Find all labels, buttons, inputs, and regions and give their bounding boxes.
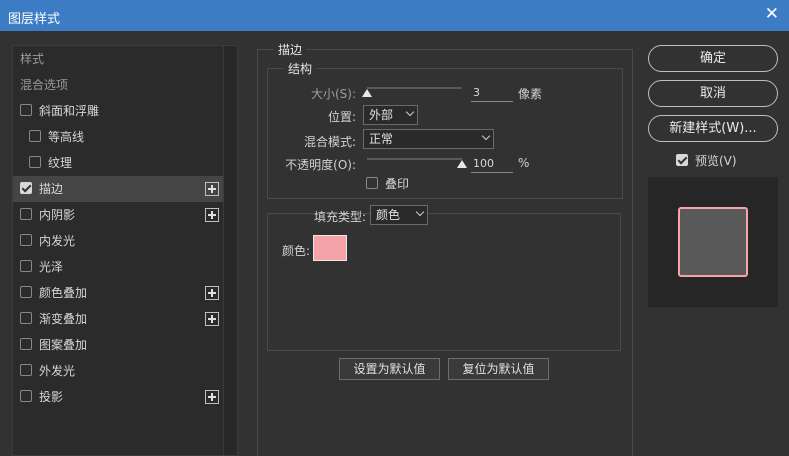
color-label: 颜色:	[281, 244, 310, 258]
sidebar-item-checkbox[interactable]	[20, 208, 32, 220]
sidebar-item-label: 投影	[39, 390, 64, 404]
structure-group-title: 结构	[284, 60, 317, 77]
sidebar-item-label: 样式	[20, 52, 45, 66]
chevron-down-icon	[415, 207, 425, 217]
fill-type-value: 颜色	[376, 208, 401, 222]
sidebar-item[interactable]: 投影	[13, 384, 223, 410]
sidebar-item-label: 描边	[39, 182, 64, 196]
blend-mode-select[interactable]: 正常	[363, 129, 494, 149]
opacity-input[interactable]: 100	[471, 155, 513, 173]
style-list: 样式混合选项斜面和浮雕等高线纹理描边内阴影内发光光泽颜色叠加渐变叠加图案叠加外发…	[13, 46, 223, 410]
sidebar-item-checkbox[interactable]	[20, 338, 32, 350]
fill-group	[267, 213, 621, 351]
size-slider[interactable]	[367, 87, 462, 89]
sidebar-item[interactable]: 混合选项	[13, 72, 223, 98]
sidebar-item-checkbox[interactable]	[29, 130, 41, 142]
opacity-slider[interactable]	[367, 158, 462, 160]
add-effect-plus-icon[interactable]	[205, 208, 219, 222]
chevron-down-icon	[405, 107, 415, 117]
sidebar-item[interactable]: 外发光	[13, 358, 223, 384]
style-list-panel: 样式混合选项斜面和浮雕等高线纹理描边内阴影内发光光泽颜色叠加渐变叠加图案叠加外发…	[12, 45, 238, 456]
sidebar-item[interactable]: 斜面和浮雕	[13, 98, 223, 124]
position-value: 外部	[369, 108, 394, 122]
sidebar-item-label: 图案叠加	[39, 338, 88, 352]
sidebar-item-label: 混合选项	[20, 78, 69, 92]
size-unit: 像素	[518, 87, 543, 101]
set-default-button[interactable]: 设置为默认值	[339, 358, 440, 380]
sidebar-item-label: 外发光	[39, 364, 76, 378]
add-effect-plus-icon[interactable]	[205, 390, 219, 404]
add-effect-plus-icon[interactable]	[205, 312, 219, 326]
sidebar-item-checkbox[interactable]	[20, 182, 32, 194]
sidebar-item-label: 光泽	[39, 260, 64, 274]
sidebar-item-label: 渐变叠加	[39, 312, 88, 326]
new-style-button[interactable]: 新建样式(W)...	[648, 115, 778, 142]
sidebar-item-label: 斜面和浮雕	[39, 104, 100, 118]
cancel-button[interactable]: 取消	[648, 80, 778, 107]
sidebar-item-label: 纹理	[48, 156, 73, 170]
overprint-check[interactable]	[366, 177, 378, 189]
position-select[interactable]: 外部	[363, 105, 418, 125]
add-effect-plus-icon[interactable]	[205, 286, 219, 300]
sidebar-item-checkbox[interactable]	[20, 390, 32, 402]
sidebar-item[interactable]: 纹理	[13, 150, 223, 176]
sidebar-item-checkbox[interactable]	[20, 286, 32, 298]
size-slider-thumb[interactable]	[362, 89, 372, 97]
overprint-label: 叠印	[385, 177, 410, 191]
opacity-label: 不透明度(O):	[285, 158, 356, 172]
sidebar-item[interactable]: 样式	[13, 46, 223, 72]
sidebar-item[interactable]: 颜色叠加	[13, 280, 223, 306]
window-title: 图层样式	[8, 12, 61, 27]
sidebar-item[interactable]: 图案叠加	[13, 332, 223, 358]
preview-label: 预览(V)	[695, 154, 737, 168]
overprint-checkbox[interactable]: 叠印	[366, 175, 409, 192]
sidebar-item[interactable]: 描边	[13, 176, 223, 202]
color-swatch[interactable]	[313, 235, 347, 261]
blend-mode-label: 混合模式:	[303, 135, 356, 149]
sidebar-item-checkbox[interactable]	[20, 234, 32, 246]
sidebar-item-label: 内发光	[39, 234, 76, 248]
style-preview	[648, 177, 778, 307]
sidebar-item[interactable]: 内阴影	[13, 202, 223, 228]
opacity-unit: %	[518, 156, 530, 170]
close-icon[interactable]: ✕	[765, 4, 779, 24]
position-label: 位置:	[327, 110, 356, 124]
sidebar-item-checkbox[interactable]	[20, 104, 32, 116]
sidebar-item[interactable]: 内发光	[13, 228, 223, 254]
sidebar-item-label: 内阴影	[39, 208, 76, 222]
add-effect-plus-icon[interactable]	[205, 182, 219, 196]
sidebar-item-checkbox[interactable]	[20, 312, 32, 324]
fill-type-select[interactable]: 颜色	[370, 205, 428, 225]
size-input[interactable]: 3	[471, 84, 513, 102]
chevron-down-icon	[481, 131, 491, 141]
preview-swatch	[678, 207, 748, 277]
title-bar: 图层样式 ✕	[0, 0, 789, 31]
size-label: 大小(S):	[310, 87, 356, 101]
sidebar-item[interactable]: 渐变叠加	[13, 306, 223, 332]
sidebar-item-label: 颜色叠加	[39, 286, 88, 300]
ok-button[interactable]: 确定	[648, 45, 778, 72]
sidebar-item[interactable]: 光泽	[13, 254, 223, 280]
preview-checkbox[interactable]: 预览(V)	[676, 152, 737, 169]
sidebar-item-label: 等高线	[48, 130, 85, 144]
sidebar-item-checkbox[interactable]	[20, 364, 32, 376]
stroke-section-title: 描边	[274, 41, 307, 58]
style-list-scrollbar[interactable]	[223, 46, 237, 455]
fill-type-label: 填充类型:	[313, 210, 366, 224]
reset-default-button[interactable]: 复位为默认值	[448, 358, 549, 380]
preview-check[interactable]	[676, 154, 688, 166]
sidebar-item-checkbox[interactable]	[29, 156, 41, 168]
sidebar-item[interactable]: 等高线	[13, 124, 223, 150]
sidebar-item-checkbox[interactable]	[20, 260, 32, 272]
blend-mode-value: 正常	[369, 132, 394, 146]
opacity-slider-thumb[interactable]	[457, 160, 467, 168]
